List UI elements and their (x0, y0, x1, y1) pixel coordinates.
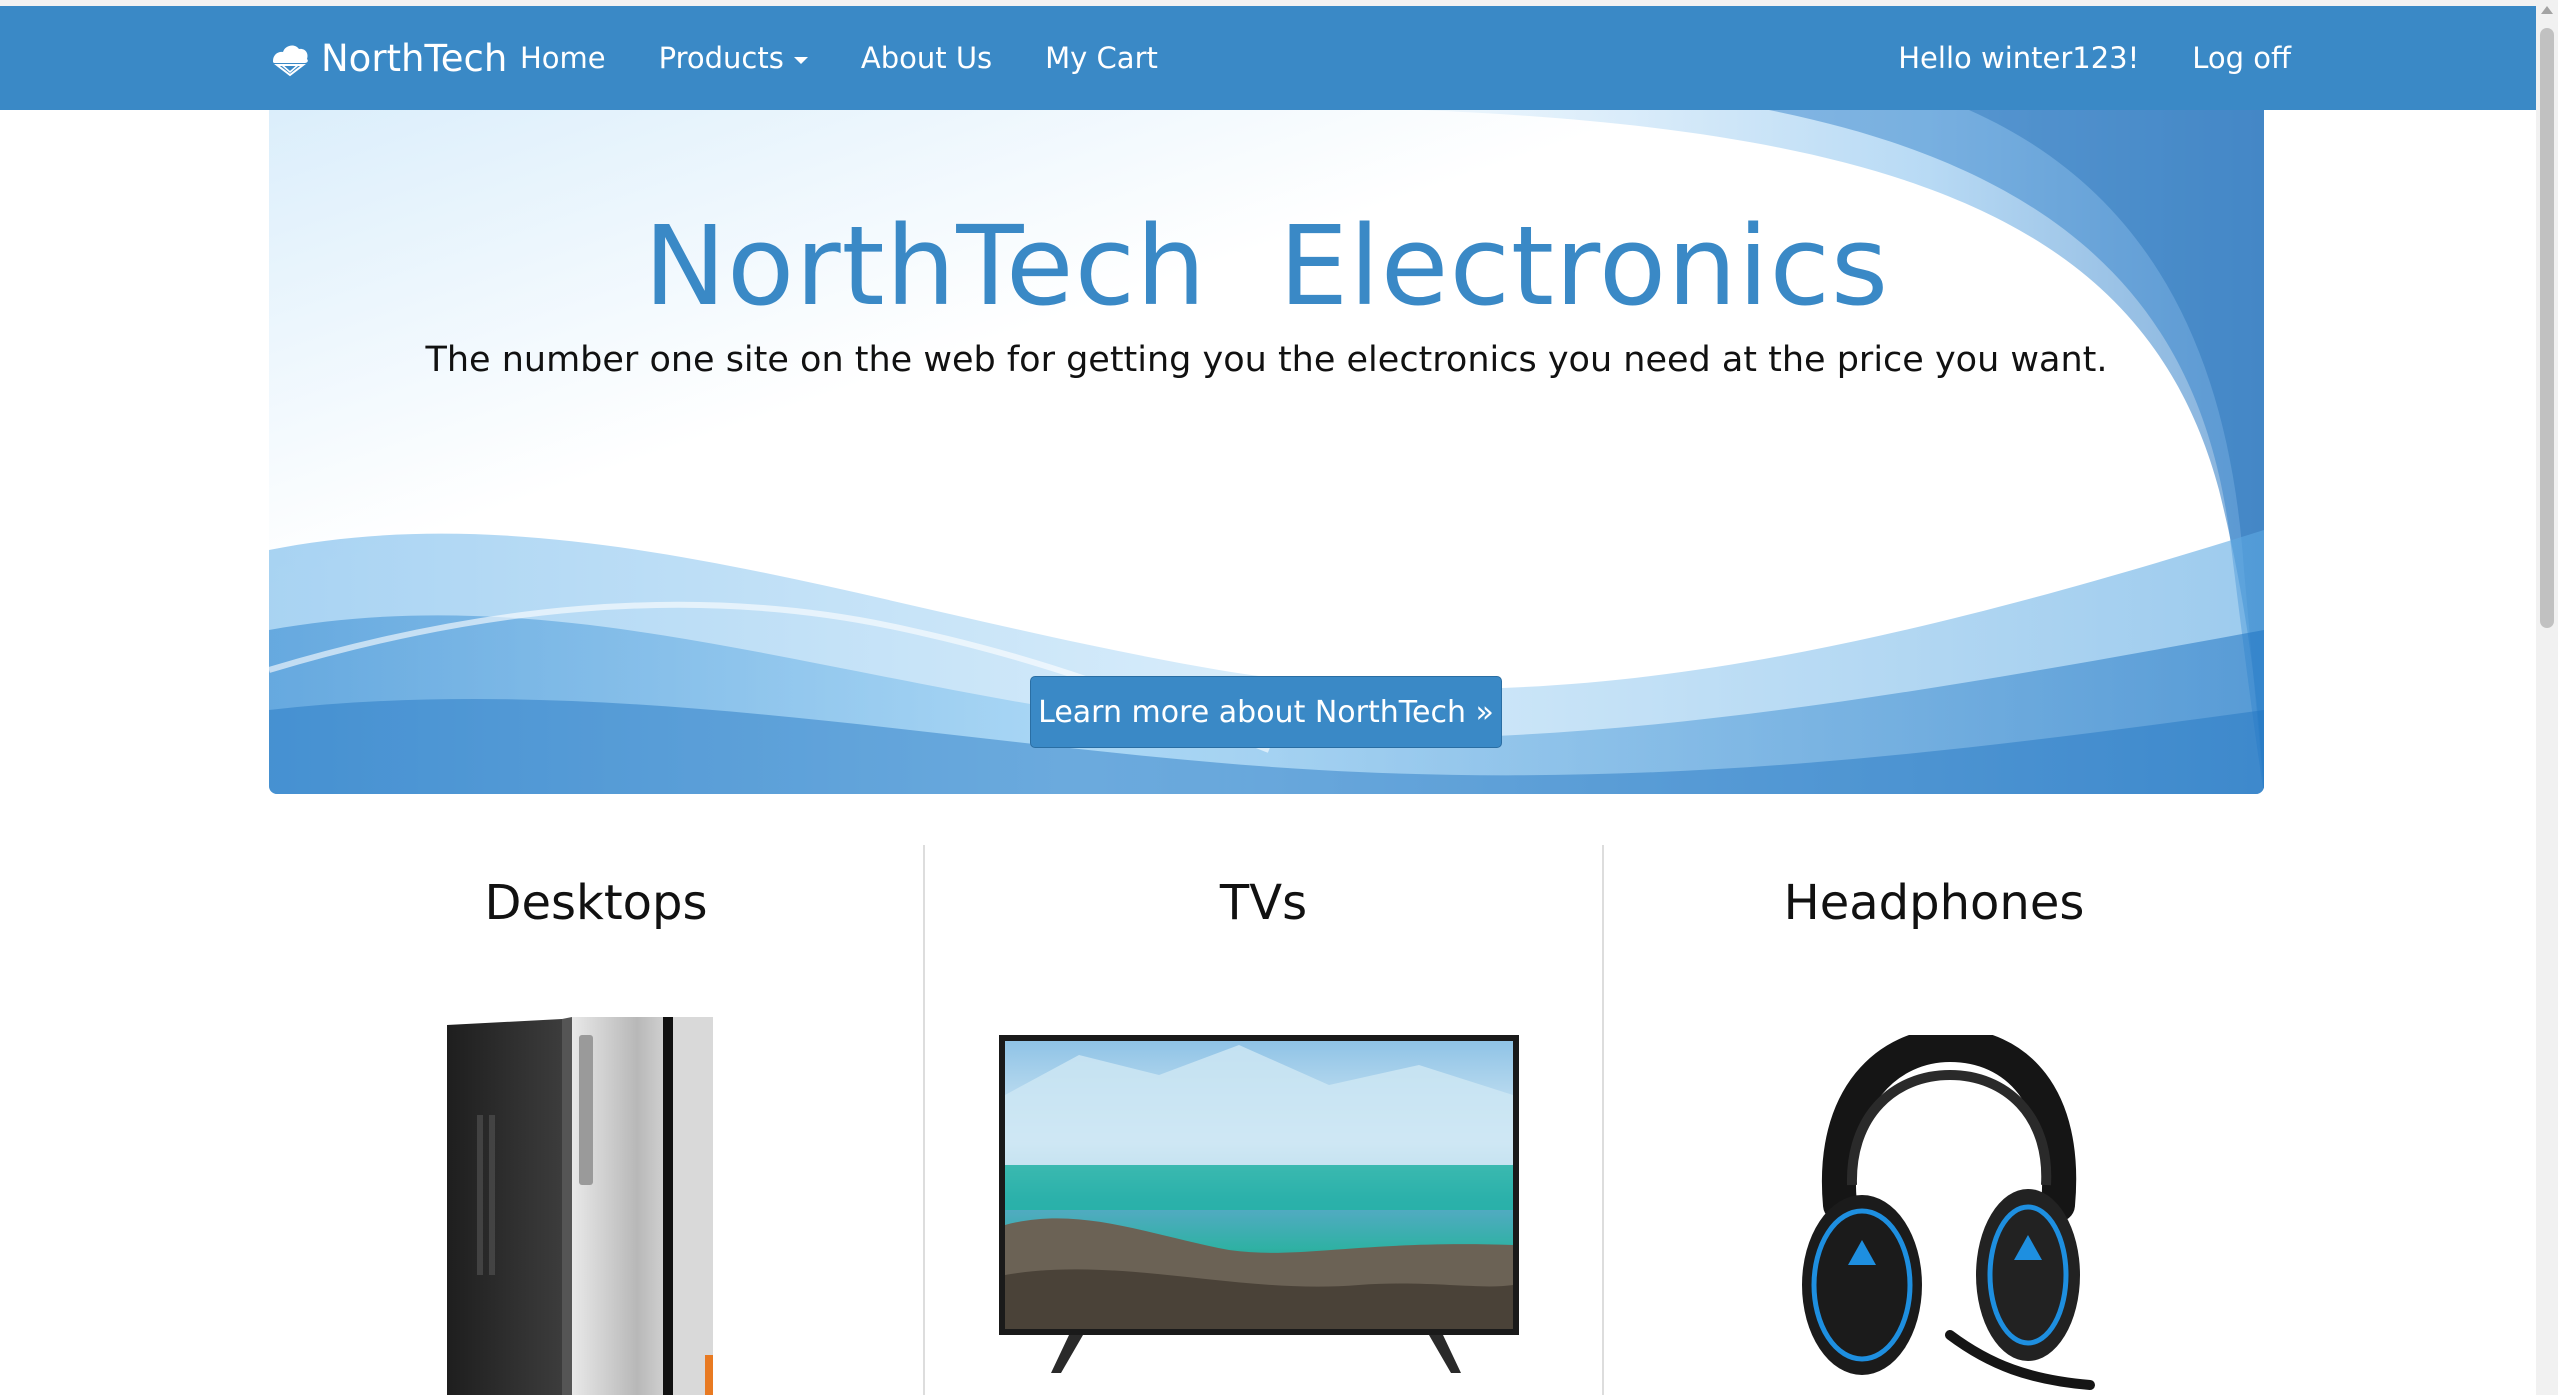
hero-subtitle: The number one site on the web for getti… (425, 340, 2108, 380)
nav-home[interactable]: Home (520, 41, 606, 75)
nav-products-label: Products (658, 41, 784, 75)
scrollbar-thumb[interactable] (2540, 28, 2554, 628)
category-title-headphones[interactable]: Headphones (1604, 875, 2264, 931)
cloud-mountain-icon (269, 37, 311, 79)
hero-title: NorthTech Electronics (643, 202, 1890, 330)
brand-name: NorthTech (321, 36, 508, 80)
category-desktops: Desktops (269, 845, 923, 1395)
vertical-scrollbar[interactable] (2536, 0, 2558, 1395)
scroll-up-arrow-icon[interactable] (2541, 6, 2553, 14)
brand-link[interactable]: NorthTech (269, 6, 507, 110)
nav-my-cart[interactable]: My Cart (1045, 41, 1158, 75)
hero-banner: NorthTech Electronics The number one sit… (269, 110, 2264, 794)
headset-icon[interactable] (1800, 1035, 2100, 1395)
category-headphones: Headphones (1602, 845, 2264, 1395)
logoff-link[interactable]: Log off (2192, 41, 2291, 75)
main-nav: Home Products About Us My Cart (520, 6, 1211, 110)
flat-tv-icon[interactable] (999, 1035, 1519, 1375)
desktop-tower-icon[interactable] (437, 1015, 737, 1395)
user-greeting-link[interactable]: Hello winter123! (1898, 41, 2139, 75)
user-nav: Hello winter123! Log off (1898, 6, 2291, 110)
nav-products-dropdown[interactable]: Products (659, 41, 808, 75)
caret-down-icon (793, 56, 808, 64)
category-tvs: TVs (923, 845, 1602, 1395)
category-row: Desktops TVs Headphones (269, 845, 2264, 1395)
category-title-tvs[interactable]: TVs (925, 875, 1602, 931)
category-title-desktops[interactable]: Desktops (269, 875, 923, 931)
nav-about-us[interactable]: About Us (861, 41, 992, 75)
learn-more-button[interactable]: Learn more about NorthTech » (1030, 676, 1502, 748)
top-navbar: NorthTech Home Products About Us My Cart… (0, 6, 2536, 110)
